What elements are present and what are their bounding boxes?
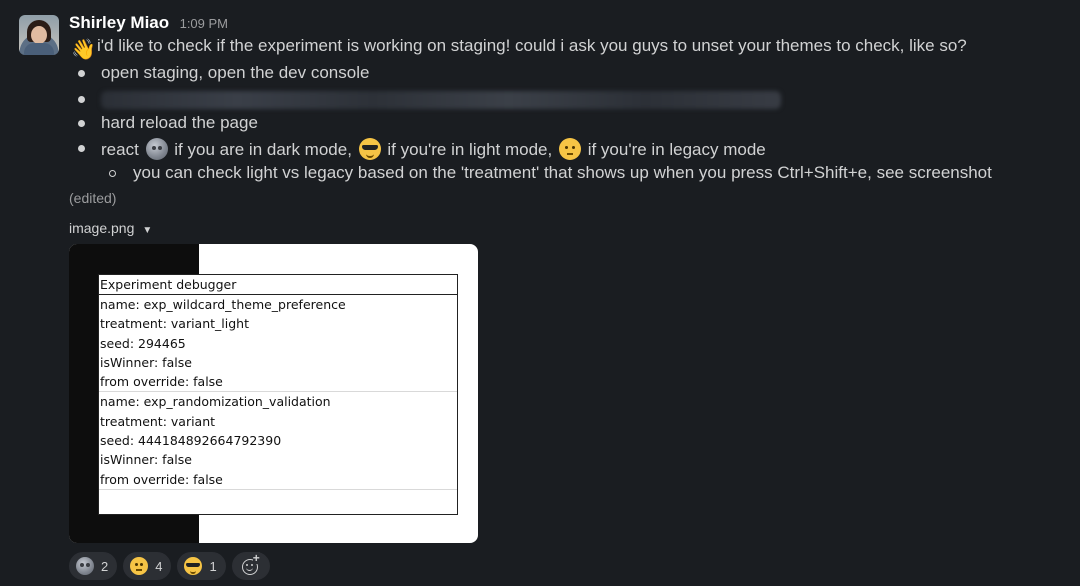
sunglasses-face-icon [358,138,381,160]
bullet-hard-reload: hard reload the page [101,113,258,132]
older-person-face-icon [558,138,581,160]
experiment-name: name: exp_wildcard_theme_preference [100,297,346,312]
reaction-sunglasses[interactable]: 1 [177,552,226,580]
sub-bullet-circle [109,170,116,177]
bullet-redacted [101,89,781,109]
react-dark-text: if you are in dark mode, [174,140,352,159]
bullet-react-instructions: react if you are in dark mode, if you're… [101,138,766,160]
message-header: Shirley Miao 1:09 PM [69,13,228,33]
bullet-dot [78,70,85,77]
bullet-dot [78,120,85,127]
message-timestamp[interactable]: 1:09 PM [180,16,228,31]
reaction-count: 4 [155,558,163,574]
attachment-header[interactable]: image.png ▼ [69,220,152,236]
older-person-face-icon [130,557,149,575]
sub-bullet-treatment: you can check light vs legacy based on t… [133,163,992,182]
waving-hand-icon: 👋 [71,39,96,61]
plus-icon: + [252,551,260,565]
experiment-block: name: exp_wildcard_theme_preference trea… [99,295,457,393]
avatar[interactable] [19,15,59,55]
experiment-override: from override: false [100,374,223,390]
attachment-image[interactable]: Experiment debugger name: exp_wildcard_t… [69,244,478,543]
redacted-text [101,90,781,109]
new-moon-face-icon [145,138,168,160]
avatar-shirt [24,43,54,55]
add-reaction-button[interactable]: + [231,552,270,580]
message-intro: i'd like to check if the experiment is w… [97,36,967,55]
experiment-override: from override: false [100,471,223,487]
reaction-count: 2 [101,558,109,574]
message-intro-line: 👋i'd like to check if the experiment is … [69,36,967,62]
experiment-seed: seed: 444184892664792390 [100,433,282,449]
reaction-new-moon[interactable]: 2 [69,552,118,580]
attachment-filename[interactable]: image.png [69,220,134,236]
experiment-block: name: exp_randomization_validation treat… [99,392,457,490]
experiment-treatment: treatment: variant_light [100,316,249,332]
sunglasses-face-icon [184,557,203,575]
experiment-name: name: exp_randomization_validation [100,394,331,410]
avatar-face [31,26,47,44]
bullet-dot [78,96,85,103]
react-light-text: if you're in light mode, [387,140,553,159]
new-moon-face-icon [76,557,94,575]
bullet-dot [78,145,85,152]
edited-label: (edited) [69,190,117,206]
experiment-is-winner: isWinner: false [100,452,192,468]
reaction-older-person[interactable]: 4 [123,552,172,580]
reactions-bar: 2 4 1 + [69,552,270,580]
bullet-open-staging: open staging, open the dev console [101,63,370,82]
experiment-is-winner: isWinner: false [100,354,192,370]
experiment-treatment: treatment: variant [100,413,216,429]
reaction-count: 1 [209,558,217,574]
debugger-title: Experiment debugger [99,275,457,295]
experiment-debugger-panel: Experiment debugger name: exp_wildcard_t… [98,274,458,515]
add-reaction-icon: + [241,552,260,575]
react-prefix: react [101,140,139,159]
author-name[interactable]: Shirley Miao [69,13,169,32]
react-legacy-text: if you're in legacy mode [587,140,766,159]
experiment-seed: seed: 294465 [100,335,186,351]
caret-down-icon[interactable]: ▼ [142,225,152,236]
